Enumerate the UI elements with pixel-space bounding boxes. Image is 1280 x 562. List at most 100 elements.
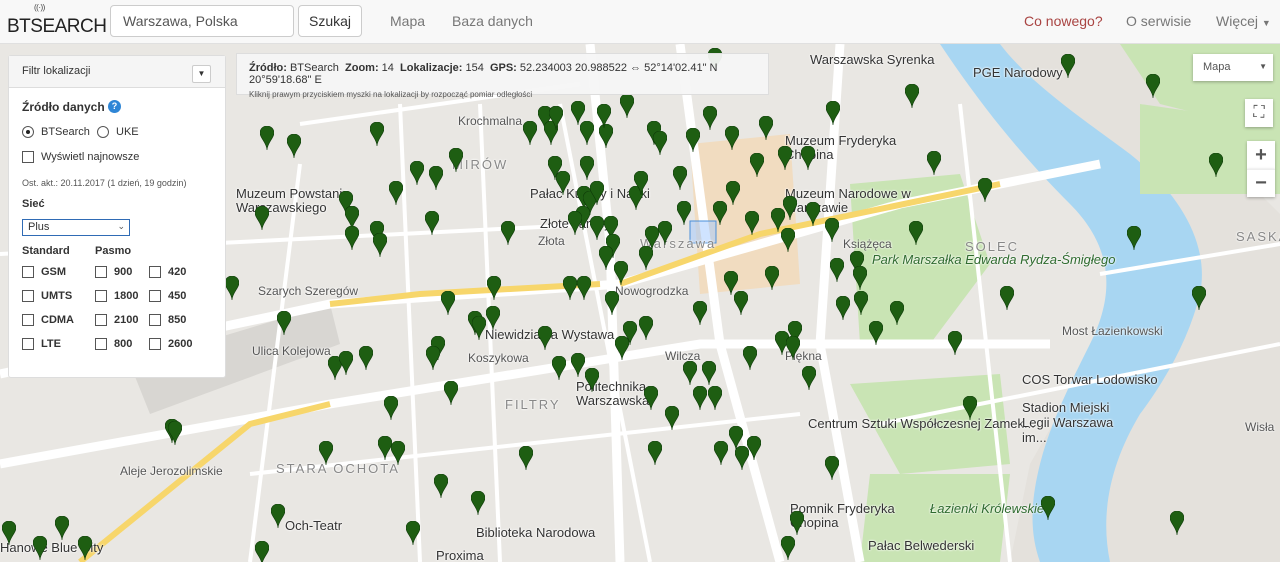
bts-location-marker[interactable] [708, 386, 722, 410]
source-uke-radio[interactable]: UKE [97, 126, 139, 139]
bts-location-marker[interactable] [826, 101, 840, 125]
bts-location-marker[interactable] [853, 266, 867, 290]
bts-location-marker[interactable] [677, 201, 691, 225]
standard-checkbox-cdma[interactable]: CDMA [22, 314, 74, 327]
bts-location-marker[interactable] [639, 246, 653, 270]
bts-location-marker[interactable] [683, 361, 697, 385]
bts-location-marker[interactable] [425, 211, 439, 235]
bts-location-marker[interactable] [605, 291, 619, 315]
band-checkbox-900[interactable]: 900 [95, 266, 132, 279]
map-type-select[interactable]: Mapa ▼ [1193, 54, 1273, 81]
bts-location-marker[interactable] [673, 166, 687, 190]
bts-location-marker[interactable] [370, 122, 384, 146]
bts-location-marker[interactable] [653, 131, 667, 155]
band-checkbox-420[interactable]: 420 [149, 266, 186, 279]
bts-location-marker[interactable] [734, 291, 748, 315]
standard-checkbox-lte[interactable]: LTE [22, 338, 61, 351]
bts-location-marker[interactable] [743, 346, 757, 370]
bts-location-marker[interactable] [359, 346, 373, 370]
btsearch-logo[interactable]: ((·)) BTSEARCH [7, 3, 107, 38]
bts-location-marker[interactable] [580, 121, 594, 145]
bts-location-marker[interactable] [345, 226, 359, 250]
bts-location-marker[interactable] [634, 171, 648, 195]
bts-location-marker[interactable] [168, 421, 182, 445]
bts-location-marker[interactable] [658, 221, 672, 245]
bts-location-marker[interactable] [1192, 286, 1206, 310]
bts-location-marker[interactable] [449, 148, 463, 172]
band-checkbox-2100[interactable]: 2100 [95, 314, 138, 327]
bts-location-marker[interactable] [825, 456, 839, 480]
bts-location-marker[interactable] [487, 276, 501, 300]
bts-location-marker[interactable] [905, 84, 919, 108]
bts-location-marker[interactable] [434, 474, 448, 498]
collapse-filter-button[interactable]: ▼ [192, 65, 211, 83]
bts-location-marker[interactable] [441, 291, 455, 315]
bts-location-marker[interactable] [639, 316, 653, 340]
bts-location-marker[interactable] [726, 181, 740, 205]
bts-location-marker[interactable] [373, 233, 387, 257]
bts-location-marker[interactable] [890, 301, 904, 325]
bts-location-marker[interactable] [225, 276, 239, 300]
nav-map[interactable]: Mapa [390, 13, 425, 29]
bts-location-marker[interactable] [406, 521, 420, 545]
bts-location-marker[interactable] [378, 436, 392, 460]
bts-location-marker[interactable] [389, 181, 403, 205]
bts-location-marker[interactable] [599, 246, 613, 270]
bts-location-marker[interactable] [1041, 496, 1055, 520]
bts-location-marker[interactable] [260, 126, 274, 150]
bts-location-marker[interactable] [55, 516, 69, 540]
bts-location-marker[interactable] [801, 146, 815, 170]
bts-location-marker[interactable] [927, 151, 941, 175]
bts-location-marker[interactable] [577, 276, 591, 300]
show-newest-checkbox[interactable]: Wyświetl najnowsze [22, 151, 139, 164]
bts-location-marker[interactable] [255, 206, 269, 230]
bts-location-marker[interactable] [585, 368, 599, 392]
standard-checkbox-gsm[interactable]: GSM [22, 266, 66, 279]
bts-location-marker[interactable] [78, 536, 92, 560]
bts-location-marker[interactable] [429, 166, 443, 190]
band-checkbox-2600[interactable]: 2600 [149, 338, 192, 351]
bts-location-marker[interactable] [963, 396, 977, 420]
bts-location-marker[interactable] [781, 536, 795, 560]
bts-location-marker[interactable] [426, 346, 440, 370]
bts-location-marker[interactable] [1146, 74, 1160, 98]
bts-location-marker[interactable] [384, 396, 398, 420]
search-button[interactable]: Szukaj [298, 5, 362, 37]
bts-location-marker[interactable] [255, 541, 269, 562]
bts-location-marker[interactable] [693, 301, 707, 325]
nav-more-dropdown[interactable]: Więcej ▼ [1216, 13, 1271, 29]
bts-location-marker[interactable] [523, 121, 537, 145]
bts-location-marker[interactable] [597, 104, 611, 128]
fullscreen-button[interactable]: ⛶ [1245, 99, 1273, 127]
bts-location-marker[interactable] [765, 266, 779, 290]
bts-location-marker[interactable] [277, 311, 291, 335]
bts-location-marker[interactable] [1127, 226, 1141, 250]
bts-location-marker[interactable] [2, 521, 16, 545]
nav-database[interactable]: Baza danych [452, 13, 533, 29]
bts-location-marker[interactable] [665, 406, 679, 430]
bts-location-marker[interactable] [750, 153, 764, 177]
bts-location-marker[interactable] [472, 316, 486, 340]
bts-location-marker[interactable] [1061, 54, 1075, 78]
bts-location-marker[interactable] [1170, 511, 1184, 535]
bts-location-marker[interactable] [549, 106, 563, 130]
bts-location-marker[interactable] [783, 196, 797, 220]
bts-location-marker[interactable] [590, 181, 604, 205]
bts-location-marker[interactable] [486, 306, 500, 330]
bts-location-marker[interactable] [854, 291, 868, 315]
bts-location-marker[interactable] [614, 261, 628, 285]
bts-location-marker[interactable] [948, 331, 962, 355]
bts-location-marker[interactable] [519, 446, 533, 470]
bts-location-marker[interactable] [725, 126, 739, 150]
bts-location-marker[interactable] [869, 321, 883, 345]
band-checkbox-800[interactable]: 800 [95, 338, 132, 351]
bts-location-marker[interactable] [615, 336, 629, 360]
help-icon[interactable]: ? [108, 100, 122, 113]
bts-location-marker[interactable] [778, 146, 792, 170]
source-btsearch-radio[interactable]: BTSearch [22, 126, 90, 139]
location-search-input[interactable]: Warszawa, Polska [110, 5, 294, 37]
bts-location-marker[interactable] [802, 366, 816, 390]
bts-location-marker[interactable] [648, 441, 662, 465]
bts-location-marker[interactable] [538, 326, 552, 350]
bts-location-marker[interactable] [747, 436, 761, 460]
